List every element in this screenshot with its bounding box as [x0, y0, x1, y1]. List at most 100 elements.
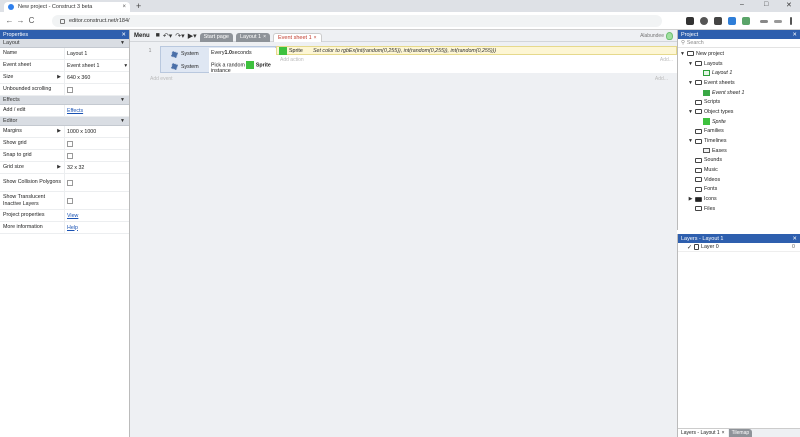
- expand-arrow-icon[interactable]: ▼: [688, 138, 693, 144]
- help-link[interactable]: Help: [67, 225, 78, 231]
- extension-icon[interactable]: [700, 17, 708, 25]
- section-editor-label: Editor: [3, 118, 18, 124]
- expand-arrow-icon[interactable]: ▶: [57, 74, 61, 81]
- tree-item-music[interactable]: Music: [678, 165, 800, 175]
- extension-icon[interactable]: [686, 17, 694, 25]
- tree-item-event-sheets[interactable]: ▼ Event sheets: [678, 78, 800, 88]
- menu-button[interactable]: Menu: [134, 33, 150, 39]
- effects-link[interactable]: Effects: [67, 108, 83, 114]
- add-event-link[interactable]: Add event: [150, 76, 173, 82]
- collapse-icon[interactable]: ▼: [120, 40, 125, 46]
- forward-button[interactable]: →: [15, 16, 26, 25]
- lock-icon[interactable]: [694, 244, 700, 250]
- add-event-more[interactable]: Add...: [655, 76, 668, 82]
- expand-arrow-icon[interactable]: ▼: [688, 80, 693, 86]
- visibility-check-icon[interactable]: ✓: [687, 244, 692, 251]
- name-field[interactable]: Layout 1: [64, 48, 129, 59]
- extension-icon[interactable]: [714, 17, 722, 25]
- tree-item-object-types[interactable]: ▼ Object types: [678, 107, 800, 117]
- tree-item-root[interactable]: ▼ New project: [678, 49, 800, 59]
- tree-item-scripts[interactable]: Scripts: [678, 97, 800, 107]
- save-icon[interactable]: ■: [156, 32, 160, 39]
- redo-icon[interactable]: ↷▾: [175, 32, 184, 40]
- project-close-icon[interactable]: ✕: [792, 32, 797, 38]
- project-search[interactable]: ⚲ Search: [678, 39, 800, 48]
- tree-label: Object types: [704, 108, 734, 115]
- tree-item-icons[interactable]: ▶ Icons: [678, 194, 800, 204]
- layer-row[interactable]: ✓ Layer 0 0: [678, 243, 800, 252]
- expand-arrow-icon[interactable]: ▼: [680, 51, 685, 57]
- tab-close-icon[interactable]: ×: [722, 430, 725, 436]
- snap-to-grid-checkbox[interactable]: [67, 152, 73, 159]
- prop-row-margins: Margins ▶ 1000 x 1000: [0, 126, 129, 138]
- tree-item-event-sheet-1[interactable]: Event sheet 1: [678, 88, 800, 98]
- tree-item-layout-1[interactable]: Layout 1: [678, 68, 800, 78]
- extension-icon[interactable]: [728, 17, 736, 25]
- expand-arrow-icon[interactable]: ▶: [688, 196, 693, 202]
- view-link[interactable]: View: [67, 213, 78, 219]
- expand-arrow-icon[interactable]: ▶: [57, 164, 61, 171]
- add-event-row[interactable]: Add event Add...: [150, 76, 668, 82]
- browser-tab-close-icon[interactable]: ×: [122, 4, 126, 10]
- tree-item-sounds[interactable]: Sounds: [678, 156, 800, 166]
- address-bar[interactable]: editor.construct.net/r184/: [52, 15, 662, 27]
- maximize-button[interactable]: □: [764, 1, 768, 8]
- minimize-button[interactable]: –: [740, 1, 744, 8]
- tab-start-page[interactable]: Start page: [199, 32, 233, 42]
- close-window-button[interactable]: ✕: [786, 1, 792, 9]
- tree-item-fonts[interactable]: Fonts: [678, 185, 800, 195]
- grid-size-field[interactable]: 32 x 32: [64, 162, 129, 173]
- tree-item-layouts[interactable]: ▼ Layouts: [678, 59, 800, 69]
- show-grid-checkbox[interactable]: [67, 140, 73, 147]
- section-layout[interactable]: Layout ▼: [0, 39, 129, 48]
- layers-close-icon[interactable]: ✕: [792, 236, 797, 242]
- tab-layers[interactable]: Layers - Layout 1 ×: [678, 429, 728, 437]
- condition-row[interactable]: System Pick a random Sprite instance: [161, 60, 277, 74]
- event-sheet-area: Menu ■ ↶▾ ↷▾ ▶▾ Start page Layout 1 × Eve…: [130, 30, 677, 437]
- profile-icon[interactable]: [774, 20, 782, 23]
- user-box[interactable]: Alabundee: [640, 32, 673, 40]
- tab-tilemap[interactable]: Tilemap: [728, 429, 753, 437]
- expand-arrow-icon[interactable]: ▼: [688, 61, 693, 67]
- search-input[interactable]: Search: [687, 40, 704, 46]
- preview-icon[interactable]: ▶▾: [188, 32, 197, 40]
- unbounded-scrolling-checkbox[interactable]: [67, 86, 73, 93]
- new-tab-button[interactable]: +: [136, 1, 141, 11]
- section-editor[interactable]: Editor ▼: [0, 117, 129, 126]
- tree-item-videos[interactable]: Videos: [678, 175, 800, 185]
- back-button[interactable]: ←: [4, 16, 15, 25]
- browser-tab[interactable]: New project - Construct 3 beta ×: [4, 2, 130, 12]
- expand-arrow-icon[interactable]: ▶: [57, 128, 61, 135]
- undo-icon[interactable]: ↶▾: [163, 32, 172, 40]
- properties-close-icon[interactable]: ✕: [121, 32, 126, 38]
- key-icon[interactable]: [760, 20, 768, 23]
- add-action-more[interactable]: Add...: [660, 57, 673, 63]
- tab-close-icon[interactable]: ×: [314, 35, 317, 41]
- menu-dots-icon[interactable]: [790, 17, 792, 25]
- event-block[interactable]: 1 System Every 1.0 seconds System Pick a…: [144, 46, 677, 74]
- margins-field[interactable]: 1000 x 1000: [64, 126, 129, 137]
- collapse-icon[interactable]: ▼: [120, 97, 125, 103]
- show-collision-checkbox[interactable]: [67, 179, 73, 186]
- tree-item-sprite[interactable]: Sprite: [678, 117, 800, 127]
- action-row[interactable]: Sprite Set color to rgbEx(int(random(0,2…: [276, 46, 677, 55]
- section-effects[interactable]: Effects ▼: [0, 96, 129, 105]
- size-field[interactable]: 640 x 360: [64, 72, 129, 83]
- condition-row[interactable]: System Every 1.0 seconds: [161, 48, 277, 60]
- add-action-row[interactable]: Add action Add...: [276, 55, 677, 64]
- show-translucent-checkbox[interactable]: [67, 197, 73, 204]
- tree-item-files[interactable]: Files: [678, 204, 800, 214]
- prop-label: Show Translucent Inactive Layers: [3, 194, 46, 207]
- collapse-icon[interactable]: ▼: [120, 118, 125, 124]
- add-action-link[interactable]: Add action: [280, 57, 304, 63]
- tree-item-eases[interactable]: Eases: [678, 146, 800, 156]
- event-sheet-select[interactable]: Event sheet 1 ▾: [64, 60, 129, 71]
- tree-item-timelines[interactable]: ▼ Timelines: [678, 136, 800, 146]
- reload-button[interactable]: C: [26, 16, 37, 25]
- tab-close-icon[interactable]: ×: [263, 34, 266, 40]
- tab-event-sheet-1[interactable]: Event sheet 1 ×: [273, 32, 322, 42]
- tree-item-families[interactable]: Families: [678, 127, 800, 137]
- expand-arrow-icon[interactable]: ▼: [688, 109, 693, 115]
- tab-layout-1[interactable]: Layout 1 ×: [235, 32, 271, 42]
- extension-icon[interactable]: [742, 17, 750, 25]
